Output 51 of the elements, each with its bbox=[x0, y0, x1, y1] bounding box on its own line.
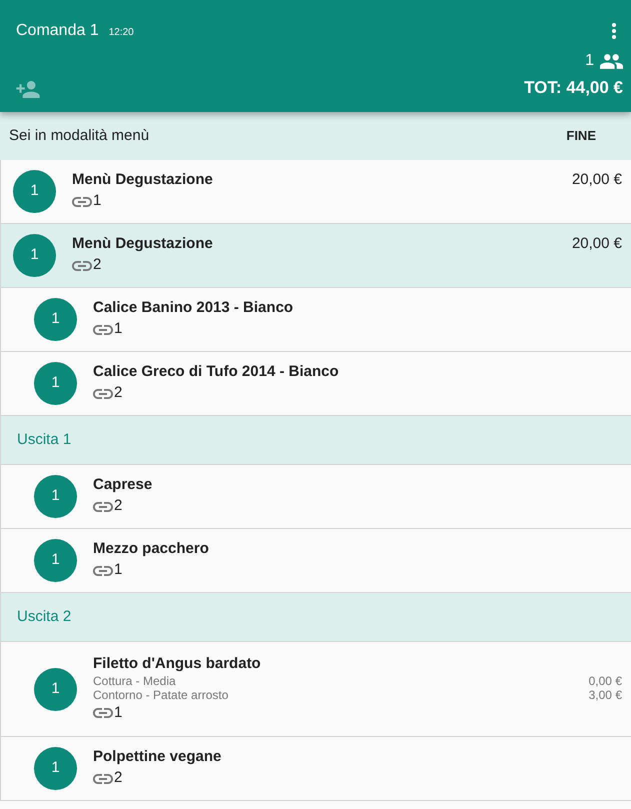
item-name: Mezzo pacchero bbox=[93, 539, 209, 560]
link-number: 1 bbox=[114, 319, 122, 340]
modifier-price: 3,00 € bbox=[588, 687, 622, 704]
link-number: 2 bbox=[93, 255, 102, 276]
quantity-badge: 1 bbox=[34, 539, 77, 582]
quantity-badge: 1 bbox=[13, 170, 56, 213]
item-name: Menù Degustazione bbox=[72, 170, 213, 190]
link-icon bbox=[72, 196, 92, 206]
item-name: Calice Banino 2013 - Bianco bbox=[93, 298, 294, 318]
quantity-badge: 1 bbox=[34, 668, 77, 710]
quantity-badge: 1 bbox=[34, 362, 77, 405]
link-icon bbox=[93, 324, 113, 334]
modifier-price: 0,00 € bbox=[588, 673, 622, 690]
item-price: 20,00 € bbox=[572, 234, 622, 254]
link-icon bbox=[93, 388, 113, 398]
link-icon bbox=[93, 502, 113, 512]
link-icon bbox=[72, 260, 92, 270]
course-label: Uscita 2 bbox=[17, 606, 72, 627]
item-name: Caprese bbox=[93, 475, 152, 496]
link-number: 2 bbox=[114, 768, 122, 788]
item-name: Filetto d'Angus bardato bbox=[93, 654, 261, 674]
modifier-text: Cottura - Media bbox=[93, 673, 176, 690]
quantity-badge: 1 bbox=[34, 298, 77, 341]
item-price: 20,00 € bbox=[572, 170, 622, 190]
course-label: Uscita 1 bbox=[17, 430, 72, 450]
quantity-badge: 1 bbox=[34, 475, 77, 518]
menu-row[interactable]: 1 Menù Degustazione 20,00 € 2 bbox=[1, 224, 631, 288]
order-time: 12:20 bbox=[108, 26, 134, 40]
link-number: 1 bbox=[93, 191, 102, 212]
link-icon bbox=[93, 774, 113, 784]
item-name: Menù Degustazione bbox=[72, 234, 213, 254]
link-icon bbox=[93, 708, 113, 718]
guest-count: 1 bbox=[585, 51, 594, 71]
quantity-badge: 1 bbox=[13, 234, 56, 277]
modifier-text: Contorno - Patate arrosto bbox=[93, 687, 228, 704]
link-number: 2 bbox=[114, 383, 122, 404]
done-button[interactable]: FINE bbox=[558, 122, 604, 150]
mode-message: Sei in modalità menù bbox=[9, 126, 150, 146]
link-number: 1 bbox=[114, 702, 122, 723]
link-icon bbox=[93, 566, 113, 576]
people-icon bbox=[600, 54, 623, 68]
order-title: Comanda 1 bbox=[16, 21, 99, 41]
item-name: Polpettine vegane bbox=[93, 747, 222, 768]
quantity-badge: 1 bbox=[34, 747, 77, 790]
order-total: TOT: 44,00 € bbox=[524, 77, 623, 99]
add-person-icon bbox=[16, 81, 40, 98]
link-number: 2 bbox=[114, 496, 122, 516]
item-name: Calice Greco di Tufo 2014 - Bianco bbox=[93, 362, 339, 382]
link-number: 1 bbox=[114, 560, 122, 580]
more-vertical-icon bbox=[612, 23, 616, 39]
more-button[interactable] bbox=[611, 22, 617, 40]
